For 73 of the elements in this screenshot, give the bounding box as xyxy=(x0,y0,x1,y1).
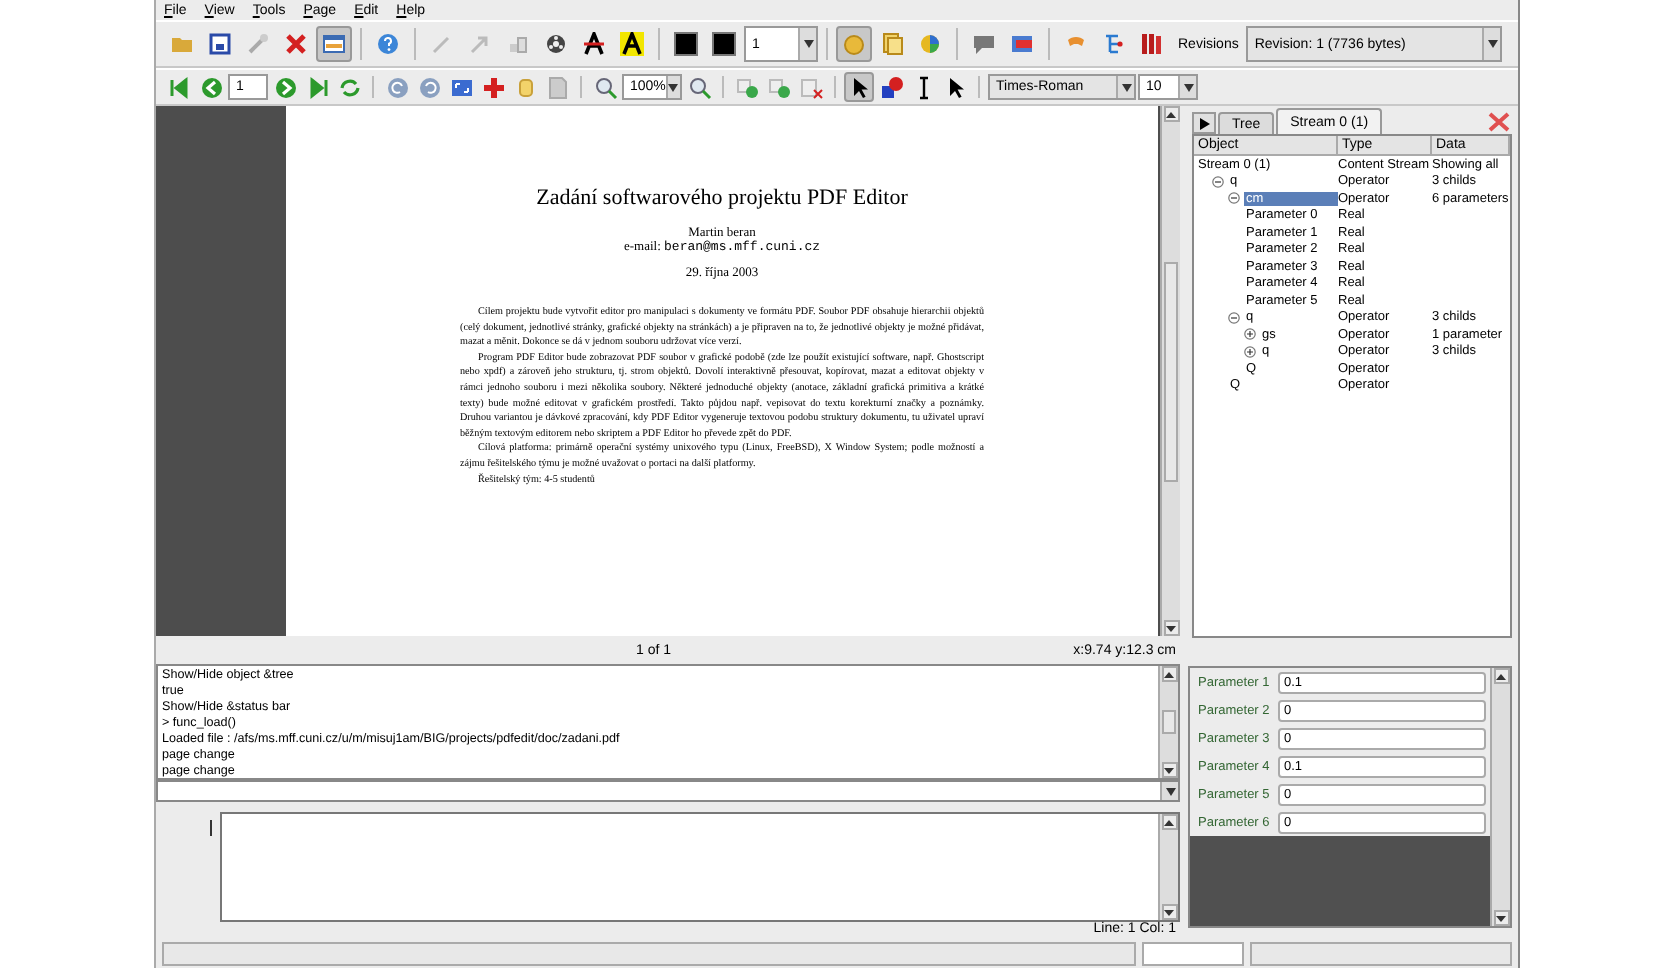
rotate-left-icon xyxy=(385,75,409,99)
add-object-icon xyxy=(767,75,791,99)
collapse-icon[interactable] xyxy=(1228,192,1240,205)
shapes-icon xyxy=(879,75,903,99)
tree-icon xyxy=(1102,32,1126,56)
page-icon xyxy=(545,75,569,99)
scroll-up-button[interactable] xyxy=(1493,668,1509,684)
scrollbar[interactable] xyxy=(1490,668,1510,926)
highlight-a-icon xyxy=(620,32,644,56)
scroll-down-button[interactable] xyxy=(1493,910,1509,926)
strikethrough-a-icon xyxy=(582,32,606,56)
scroll-down-button[interactable] xyxy=(1161,762,1177,778)
speech-bubble-icon xyxy=(972,32,996,56)
toolbar-button[interactable] xyxy=(668,26,704,62)
close-button[interactable] xyxy=(1484,108,1512,134)
toolbar-button[interactable] xyxy=(876,72,906,102)
refresh-arrows-icon xyxy=(337,75,361,99)
dropdown-arrow-icon xyxy=(668,83,679,91)
scroll-thumb[interactable] xyxy=(1164,261,1178,481)
pencil-icon xyxy=(430,32,454,56)
first-page-icon xyxy=(167,75,191,99)
play-icon xyxy=(1199,117,1209,129)
expand-icon[interactable] xyxy=(1244,328,1256,341)
document-title: Zadání softwarového projektu PDF Editor xyxy=(536,186,908,210)
film-reel-icon xyxy=(544,32,568,56)
dropdown-arrow-icon xyxy=(1183,83,1193,91)
books-icon xyxy=(1140,32,1164,56)
document-icon xyxy=(880,32,904,56)
card-icon xyxy=(1010,32,1034,56)
collapse-icon[interactable] xyxy=(1228,311,1240,324)
status-field[interactable] xyxy=(1142,942,1244,966)
dropdown-arrow-icon xyxy=(1121,83,1131,91)
toolbar-button[interactable] xyxy=(844,72,874,102)
script-editor[interactable] xyxy=(220,812,1180,922)
help-icon xyxy=(376,32,400,56)
dropdown-arrow-icon xyxy=(1487,40,1498,48)
wrench-icon xyxy=(246,32,270,56)
delete-object-icon xyxy=(799,75,823,99)
last-page-icon xyxy=(305,75,329,99)
color-wheel-icon xyxy=(918,32,942,56)
scroll-up-button[interactable] xyxy=(1161,814,1177,830)
scrollbar[interactable] xyxy=(1158,814,1178,920)
scrollbar[interactable] xyxy=(1160,106,1180,636)
dropdown-arrow-icon xyxy=(1165,787,1175,795)
close-icon xyxy=(1487,111,1509,131)
scroll-thumb[interactable] xyxy=(1162,710,1176,734)
expand-icon[interactable] xyxy=(1244,345,1256,358)
collapse-icon[interactable] xyxy=(1212,175,1224,188)
next-icon xyxy=(273,75,297,99)
cross-icon xyxy=(481,75,505,99)
zoom-out-icon xyxy=(687,75,711,99)
command-field[interactable] xyxy=(156,780,1180,802)
toolbar-button[interactable] xyxy=(706,26,742,62)
fit-page-icon xyxy=(449,75,473,99)
toolbar-button[interactable] xyxy=(614,26,650,62)
zoom-in-icon xyxy=(593,75,617,99)
dropdown-arrow-icon xyxy=(803,40,813,48)
play-button[interactable] xyxy=(1192,112,1216,134)
window-icon xyxy=(322,32,346,56)
previous-icon xyxy=(199,75,223,99)
squares-icon xyxy=(506,32,530,56)
scroll-down-button[interactable] xyxy=(1161,904,1177,920)
rotate-right-icon xyxy=(417,75,441,99)
arrow-icon xyxy=(468,32,492,56)
scroll-up-button[interactable] xyxy=(1163,106,1179,122)
x-mark-icon xyxy=(284,32,308,56)
scrollbar[interactable] xyxy=(1158,666,1178,778)
color-swatch-icon xyxy=(674,32,698,56)
folder-icon xyxy=(170,32,194,56)
add-object-icon xyxy=(735,75,759,99)
scroll-down-button[interactable] xyxy=(1163,620,1179,636)
color-swatch-icon xyxy=(712,32,736,56)
scroll-up-button[interactable] xyxy=(1161,666,1177,682)
